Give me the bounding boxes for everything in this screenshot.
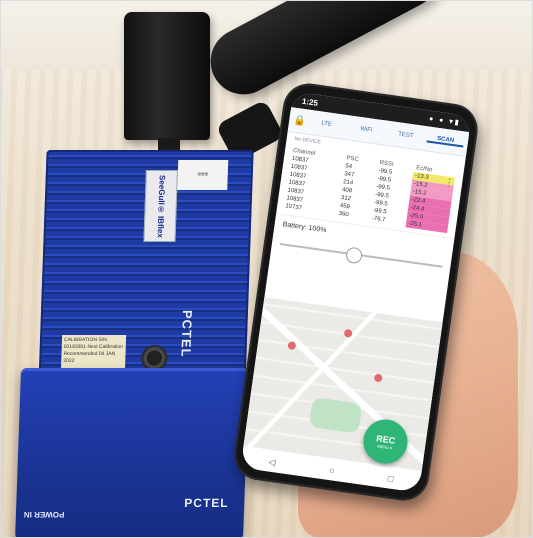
device-sticker: ≡≡≡ — [177, 160, 229, 190]
home-icon[interactable]: ○ — [328, 465, 335, 476]
back-icon[interactable]: ◁ — [268, 456, 276, 468]
lock-icon[interactable]: 🔒 — [293, 114, 307, 127]
photo-scene: SeeGull® IBflex ≡≡≡ CALIBRATION S/N: 021… — [0, 0, 533, 538]
device-model-label: SeeGull® IBflex — [143, 170, 178, 242]
status-time: 1:25 — [301, 96, 319, 108]
device-brand-logo: PCTEL — [178, 310, 196, 358]
record-button-sublabel: MENU ▾ — [377, 442, 393, 451]
tab-test[interactable]: TEST — [387, 130, 424, 141]
map-marker — [287, 341, 297, 351]
more-options-icon[interactable]: ⋮ — [443, 177, 454, 189]
map-view[interactable] — [243, 297, 443, 471]
power-in-label: POWER IN — [23, 510, 65, 519]
map-marker — [373, 373, 383, 383]
vertical-antenna — [124, 12, 210, 140]
recents-icon[interactable]: □ — [387, 473, 394, 484]
status-icons: ● ● ▾▮ — [428, 115, 461, 127]
map-park-area — [308, 397, 363, 434]
slider-handle[interactable] — [344, 246, 363, 265]
tab-lte[interactable]: LTE — [308, 119, 345, 130]
scanner-device: SeeGull® IBflex ≡≡≡ CALIBRATION S/N: 021… — [15, 140, 254, 538]
device-front-logo: PCTEL — [184, 496, 229, 510]
map-marker — [343, 328, 353, 338]
tab-scan[interactable]: SCAN — [426, 134, 465, 148]
tab-wifi[interactable]: WiFi — [347, 124, 384, 135]
